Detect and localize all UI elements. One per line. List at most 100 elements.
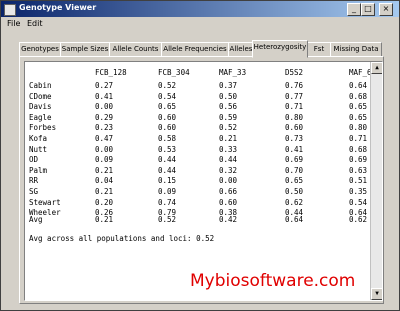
tab-allele-frequencies[interactable]: Allele Frequencies <box>161 42 229 57</box>
heterozygosity-value: 0.41 <box>285 144 304 154</box>
heterozygosity-value: 0.62 <box>285 197 304 207</box>
heterozygosity-value: 0.41 <box>95 91 114 101</box>
tab-fst[interactable]: Fst <box>307 42 331 57</box>
heterozygosity-value: 0.44 <box>219 155 238 165</box>
heterozygosity-value: 0.35 <box>349 187 368 196</box>
results-textbox[interactable]: FCB_128 FCB_304 MAF_33 D5S2 MAF_65 Cabin… <box>24 61 383 301</box>
heterozygosity-value: 0.56 <box>219 102 238 112</box>
heterozygosity-value: 0.58 <box>158 134 177 143</box>
genotype-viewer-window: Genotype Viewer _ □ × File Edit Genotype… <box>0 0 400 311</box>
scroll-down-button[interactable]: ▼ <box>371 288 382 300</box>
heterozygosity-value: 0.77 <box>285 91 304 101</box>
column-header: D5S2 <box>285 68 304 77</box>
column-header: MAF_33 <box>219 68 247 77</box>
column-header: FCB_128 <box>95 68 127 77</box>
title-bar[interactable]: Genotype Viewer _ □ × <box>1 1 399 17</box>
heterozygosity-value: 0.63 <box>349 165 368 175</box>
heterozygosity-value: 0.60 <box>285 123 304 133</box>
population-name: CDome <box>29 91 52 101</box>
heterozygosity-value: 0.52 <box>219 123 238 133</box>
population-name: Cabin <box>29 81 52 90</box>
minimize-button[interactable]: _ <box>347 3 361 16</box>
heterozygosity-value: 0.50 <box>219 91 238 101</box>
average-value: 0.42 <box>219 215 238 224</box>
average-label: Avg <box>29 215 43 224</box>
heterozygosity-value: 0.65 <box>349 102 368 112</box>
maximize-button[interactable]: □ <box>361 3 375 16</box>
tab-alleles[interactable]: Alleles <box>228 42 254 57</box>
heterozygosity-value: 0.74 <box>158 197 177 207</box>
population-name: Eagle <box>29 112 52 122</box>
watermark-text: Mybiosoftware.com <box>190 271 356 291</box>
column-header: FCB_304 <box>158 68 190 77</box>
heterozygosity-value: 0.21 <box>95 187 114 196</box>
population-name: Kofa <box>29 134 48 143</box>
heterozygosity-value: 0.60 <box>158 112 177 122</box>
summary-text: Avg across all populations and loci: 0.5… <box>29 234 215 243</box>
heterozygosity-value: 0.65 <box>158 102 177 112</box>
vertical-scrollbar[interactable]: ▲ ▼ <box>370 62 382 300</box>
menu-edit[interactable]: Edit <box>27 19 43 28</box>
heterozygosity-value: 0.73 <box>285 134 304 143</box>
heterozygosity-value: 0.68 <box>349 91 368 101</box>
heterozygosity-value: 0.37 <box>219 81 238 90</box>
average-value: 0.52 <box>158 215 177 224</box>
population-name: Palm <box>29 165 48 175</box>
population-name: OD <box>29 155 39 165</box>
heterozygosity-value: 0.20 <box>95 197 114 207</box>
scroll-up-button[interactable]: ▲ <box>371 62 382 74</box>
heterozygosity-value: 0.53 <box>158 144 177 154</box>
heterozygosity-value: 0.21 <box>219 134 238 143</box>
heterozygosity-value: 0.59 <box>219 112 238 122</box>
heterozygosity-value: 0.29 <box>95 112 114 122</box>
heterozygosity-value: 0.68 <box>349 144 368 154</box>
heterozygosity-value: 0.54 <box>158 91 177 101</box>
population-name: RR <box>29 176 39 186</box>
tab-allele-counts[interactable]: Allele Counts <box>109 42 162 57</box>
tab-sample-sizes[interactable]: Sample Sizes <box>60 42 110 57</box>
heterozygosity-value: 0.32 <box>219 165 238 175</box>
heterozygosity-value: 0.60 <box>158 123 177 133</box>
heterozygosity-value: 0.00 <box>95 144 114 154</box>
heterozygosity-value: 0.09 <box>95 155 114 165</box>
heterozygosity-value: 0.51 <box>349 176 368 186</box>
heterozygosity-value: 0.70 <box>285 165 304 175</box>
heterozygosity-value: 0.52 <box>158 81 177 90</box>
heterozygosity-value: 0.04 <box>95 176 114 186</box>
average-value: 0.62 <box>349 215 368 224</box>
window-title: Genotype Viewer <box>19 3 97 12</box>
heterozygosity-value: 0.33 <box>219 144 238 154</box>
heterozygosity-value: 0.65 <box>349 112 368 122</box>
population-name: Stewart <box>29 197 61 207</box>
heterozygosity-value: 0.71 <box>285 102 304 112</box>
heterozygosity-value: 0.65 <box>285 176 304 186</box>
heterozygosity-value: 0.71 <box>349 134 368 143</box>
heterozygosity-value: 0.21 <box>95 165 114 175</box>
population-name: Nutt <box>29 144 48 154</box>
heterozygosity-value: 0.27 <box>95 81 114 90</box>
population-name: SG <box>29 187 39 196</box>
heterozygosity-value: 0.00 <box>95 102 114 112</box>
heterozygosity-value: 0.09 <box>158 187 177 196</box>
tab-genotypes[interactable]: Genotypes <box>19 42 61 57</box>
heterozygosity-value: 0.80 <box>285 112 304 122</box>
heterozygosity-value: 0.54 <box>349 197 368 207</box>
heterozygosity-value: 0.23 <box>95 123 114 133</box>
close-button[interactable]: × <box>379 3 393 16</box>
tab-panel: FCB_128 FCB_304 MAF_33 D5S2 MAF_65 Cabin… <box>19 56 384 304</box>
menu-bar: File Edit <box>1 17 399 31</box>
heterozygosity-value: 0.00 <box>219 176 238 186</box>
heterozygosity-value: 0.69 <box>349 155 368 165</box>
heterozygosity-value: 0.44 <box>158 155 177 165</box>
tab-heterozygosity[interactable]: Heterozygosity <box>252 40 308 58</box>
population-name: Davis <box>29 102 52 112</box>
heterozygosity-value: 0.47 <box>95 134 114 143</box>
heterozygosity-value: 0.50 <box>285 187 304 196</box>
tab-missing-data[interactable]: Missing Data <box>330 42 382 57</box>
population-name: Forbes <box>29 123 57 133</box>
app-icon <box>4 4 16 16</box>
heterozygosity-value: 0.69 <box>285 155 304 165</box>
heterozygosity-value: 0.64 <box>349 81 368 90</box>
heterozygosity-value: 0.60 <box>219 197 238 207</box>
menu-file[interactable]: File <box>7 19 20 28</box>
